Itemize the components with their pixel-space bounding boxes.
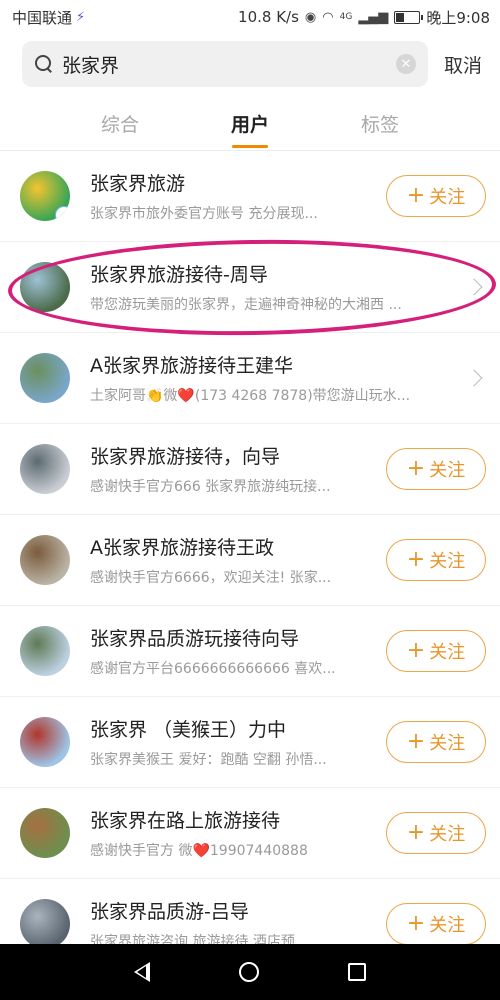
user-row[interactable]: 张家界在路上旅游接待感谢快手官方 微❤️19907440888 + 关注 <box>0 788 500 879</box>
wifi-icon: ◠ <box>322 9 334 25</box>
user-row[interactable]: ✓ 张家界旅游张家界市旅外委官方账号 充分展现... + 关注 <box>0 151 500 242</box>
user-description: 感谢快手官方666 张家界旅游纯玩接... <box>90 479 331 495</box>
tab-users[interactable]: 用户 <box>185 100 315 150</box>
user-description: 张家界市旅外委官方账号 充分展现... <box>90 206 318 222</box>
back-icon[interactable] <box>134 962 151 982</box>
user-name: A张家界旅游接待王建华 <box>90 355 293 377</box>
follow-label: 关注 <box>429 187 466 208</box>
plus-icon: + <box>406 729 426 754</box>
avatar[interactable] <box>20 353 70 403</box>
plus-icon: + <box>406 547 426 572</box>
follow-label: 关注 <box>429 733 466 754</box>
user-row[interactable]: 张家界品质游玩接待向导感谢官方平台6666666666666 喜欢... + 关注 <box>0 606 500 697</box>
user-info: A张家界旅游接待王建华土家阿哥👏微❤️(173 4268 7878)带您游山玩水… <box>90 351 460 405</box>
user-info: 张家界品质游玩接待向导感谢官方平台6666666666666 喜欢... <box>90 624 362 678</box>
user-description: 带您游玩美丽的张家界，走遍神奇神秘的大湘西 ... <box>90 297 402 313</box>
plus-icon: + <box>406 638 426 663</box>
user-name: A张家界旅游接待王政 <box>90 537 274 559</box>
carrier-label: 中国联通 <box>12 8 73 27</box>
verified-badge-icon: ✓ <box>55 206 70 221</box>
user-info: 张家界品质游-吕导 张家界旅游咨询 旅游接待 酒店预... <box>90 897 362 951</box>
follow-button[interactable]: + 关注 <box>386 812 486 854</box>
system-nav-bar <box>0 944 500 1000</box>
plus-icon: + <box>406 911 426 936</box>
user-row[interactable]: 张家界旅游接待，向导感谢快手官方666 张家界旅游纯玩接... + 关注 <box>0 424 500 515</box>
chevron-right-icon[interactable] <box>465 369 483 387</box>
battery-fill <box>396 12 404 22</box>
signal-icon: ▂▄▆ <box>358 9 389 25</box>
user-name: 张家界品质游-吕导 <box>90 901 249 923</box>
home-icon[interactable] <box>238 962 259 982</box>
plus-icon: + <box>406 456 426 481</box>
user-list: ✓ 张家界旅游 张家界市旅外委官方账号 充分展现... + 关注 张家界旅游接待-周导 带您… <box>0 151 500 970</box>
user-name: 张家界品质游玩接待向导 <box>90 628 300 650</box>
recent-apps-icon[interactable] <box>347 963 366 981</box>
avatar[interactable] <box>20 535 70 585</box>
follow-button[interactable]: + 关注 <box>386 721 486 763</box>
user-info: 张家界在路上旅游接待感谢快手官方 微❤️19907440888 <box>90 806 362 860</box>
follow-button[interactable]: + 关注 <box>386 539 486 581</box>
avatar[interactable] <box>20 717 70 767</box>
user-name: 张家界在路上旅游接待 <box>90 810 281 832</box>
user-name: 张家界旅游接待，向导 <box>90 446 281 468</box>
user-description: 感谢快手官方 微❤️19907440888 <box>90 843 308 859</box>
clock: 晚上9:08 <box>426 8 490 27</box>
follow-label: 关注 <box>429 551 466 572</box>
clear-icon[interactable]: ✕ <box>396 54 416 74</box>
user-description: 感谢官方平台6666666666666 喜欢... <box>90 661 336 677</box>
avatar[interactable] <box>20 626 70 676</box>
follow-label: 关注 <box>429 915 466 936</box>
follow-label: 关注 <box>429 460 466 481</box>
avatar[interactable] <box>20 899 70 949</box>
follow-label: 关注 <box>429 642 466 663</box>
network-speed: 10.8 K/s <box>238 8 299 26</box>
user-description: 感谢快手官方6666，欢迎关注! 张家... <box>90 570 332 586</box>
avatar[interactable] <box>20 262 70 312</box>
user-row[interactable]: 张家界 （美猴王）力中张家界美猴王 爱好：跑酷 空翻 孙悟... + 关注 <box>0 697 500 788</box>
user-info: 张家界旅游张家界市旅外委官方账号 充分展现... <box>90 169 362 223</box>
user-info: 张家界旅游接待-周导带您游玩美丽的张家界，走遍神奇神秘的大湘西 ... <box>90 260 460 314</box>
user-row[interactable]: A张家界旅游接待王建华土家阿哥👏微❤️(173 4268 7878)带您游山玩水… <box>0 333 500 424</box>
follow-button[interactable]: + 关注 <box>386 175 486 217</box>
user-info: A张家界旅游接待王政感谢快手官方6666，欢迎关注! 张家... <box>90 533 362 587</box>
search-query[interactable]: 张家界 <box>62 51 396 78</box>
status-right: 10.8 K/s ◉ ◠ 4G ▂▄▆ 晚上9:08 <box>238 7 490 28</box>
user-row[interactable]: A张家界旅游接待王政感谢快手官方6666，欢迎关注! 张家... + 关注 <box>0 515 500 606</box>
search-icon <box>34 54 54 74</box>
usb-icon: ⚡ <box>76 9 86 25</box>
status-left: 中国联通 ⚡ <box>12 7 85 28</box>
user-name: 张家界旅游 <box>90 173 186 195</box>
status-bar: 中国联通 ⚡ 10.8 K/s ◉ ◠ 4G ▂▄▆ 晚上9:08 <box>0 0 500 34</box>
battery-icon <box>394 10 424 24</box>
tab-bar: 综合 用户 标签 <box>0 100 500 150</box>
search-row: 张家界 ✕ 取消 <box>0 38 500 90</box>
avatar[interactable]: ✓ <box>20 171 70 221</box>
follow-label: 关注 <box>429 824 466 845</box>
follow-button[interactable]: + 关注 <box>386 630 486 672</box>
follow-button[interactable]: + 关注 <box>386 903 486 945</box>
user-info: 张家界旅游接待，向导感谢快手官方666 张家界旅游纯玩接... <box>90 442 362 496</box>
eye-icon: ◉ <box>304 9 317 25</box>
avatar[interactable] <box>20 444 70 494</box>
user-description: 张家界美猴王 爱好：跑酷 空翻 孙悟... <box>90 752 327 768</box>
user-row[interactable]: 张家界旅游接待-周导带您游玩美丽的张家界，走遍神奇神秘的大湘西 ... <box>0 242 500 333</box>
chevron-right-icon[interactable] <box>465 278 483 296</box>
plus-icon: + <box>406 183 426 208</box>
tab-general[interactable]: 综合 <box>55 100 185 150</box>
follow-button[interactable]: + 关注 <box>386 448 486 490</box>
user-description: 土家阿哥👏微❤️(173 4268 7878)带您游山玩水... <box>90 388 411 404</box>
search-input[interactable]: 张家界 ✕ <box>22 41 428 87</box>
cancel-button[interactable]: 取消 <box>444 51 482 78</box>
plus-icon: + <box>406 820 426 845</box>
avatar[interactable] <box>20 808 70 858</box>
user-name: 张家界 （美猴王）力中 <box>90 719 287 741</box>
tab-tags[interactable]: 标签 <box>315 100 445 150</box>
signal-type: 4G <box>339 12 353 22</box>
user-name: 张家界旅游接待-周导 <box>90 264 268 286</box>
user-info: 张家界 （美猴王）力中张家界美猴王 爱好：跑酷 空翻 孙悟... <box>90 715 362 769</box>
